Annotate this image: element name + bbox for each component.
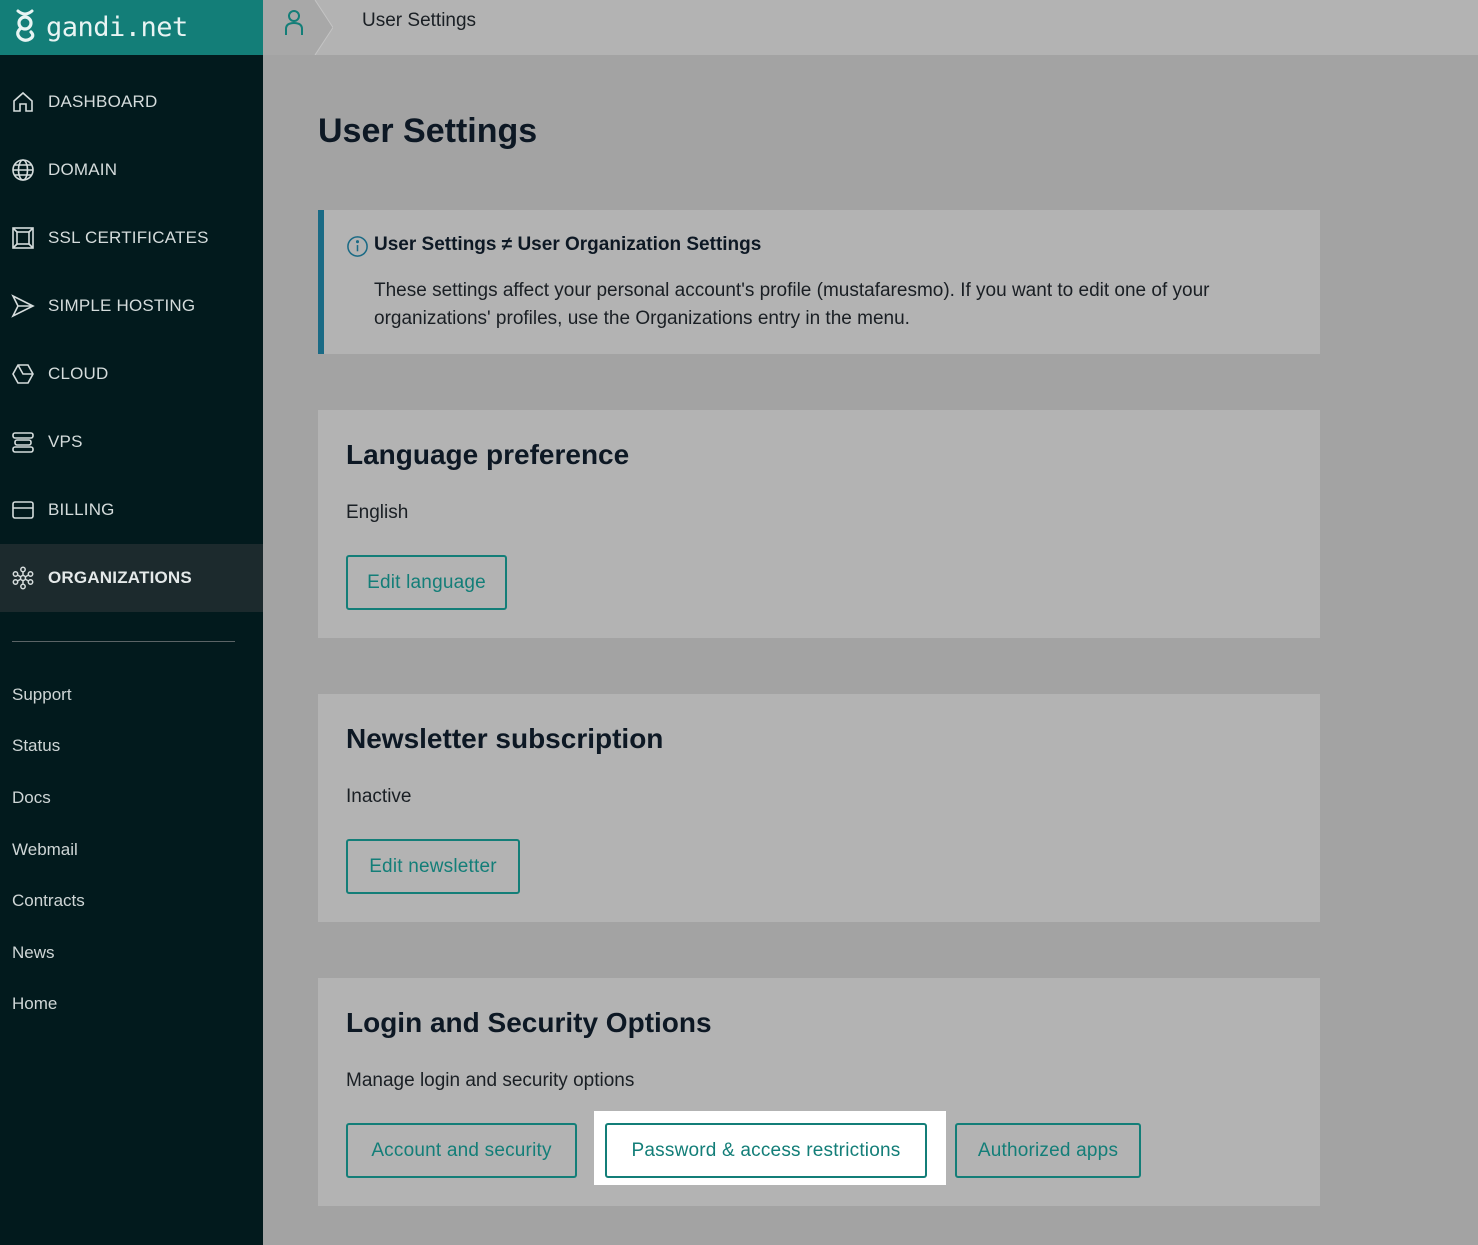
info-notice: User Settings ≠ User Organization Settin… — [318, 210, 1320, 354]
certificate-icon — [12, 227, 34, 249]
sidebar-item-label: SIMPLE HOSTING — [48, 296, 196, 315]
notice-body: These settings affect your personal acco… — [374, 280, 1210, 329]
breadcrumb: User Settings — [263, 0, 1478, 55]
sidebar-item-label: CLOUD — [48, 364, 109, 383]
sidebar-item-label: VPS — [48, 432, 83, 451]
sidebar-link-status[interactable]: Status — [12, 721, 85, 773]
sidebar-item-vps[interactable]: VPS — [0, 408, 263, 476]
password-access-restrictions-button[interactable]: Password & access restrictions — [605, 1123, 927, 1178]
sidebar-link-docs[interactable]: Docs — [12, 772, 85, 824]
sidebar-item-label: BILLING — [48, 500, 115, 519]
security-title: Login and Security Options — [346, 1007, 712, 1038]
sidebar-item-domain[interactable]: DOMAIN — [0, 136, 263, 204]
sidebar-item-label: DOMAIN — [48, 160, 118, 179]
home-icon — [13, 91, 33, 112]
language-card: Language preference English Edit languag… — [318, 410, 1320, 638]
sidebar-divider — [12, 641, 235, 642]
gandi-logo-icon — [16, 9, 35, 42]
sidebar-link-home[interactable]: Home — [12, 979, 85, 1031]
newsletter-value: Inactive — [346, 786, 412, 807]
newsletter-card: Newsletter subscription Inactive Edit ne… — [318, 694, 1320, 922]
sidebar-item-simple-hosting[interactable]: SIMPLE HOSTING — [0, 272, 263, 340]
brand-name: gandi.net — [46, 12, 188, 43]
sidebar-item-label: DASHBOARD — [48, 92, 158, 111]
globe-icon — [12, 159, 34, 181]
language-value: English — [346, 502, 409, 523]
security-value: Manage login and security options — [346, 1070, 635, 1091]
page-title: User Settings — [318, 112, 538, 150]
edit-newsletter-button[interactable]: Edit newsletter — [346, 839, 520, 894]
sidebar-link-news[interactable]: News — [12, 927, 85, 979]
sidebar-item-organizations[interactable]: ORGANIZATIONS — [0, 544, 263, 612]
sidebar-item-cloud[interactable]: CLOUD — [0, 340, 263, 408]
brand-logo[interactable]: gandi.net — [0, 0, 263, 55]
newsletter-title: Newsletter subscription — [346, 723, 664, 754]
send-icon — [11, 294, 35, 318]
sidebar-link-support[interactable]: Support — [12, 669, 85, 721]
sidebar-nav: DASHBOARD DOMAIN SSL CERTIFICATES SIMPLE… — [0, 68, 263, 612]
server-icon — [12, 432, 34, 453]
sidebar-links: Support Status Docs Webmail Contracts Ne… — [12, 669, 85, 1030]
cloud-hexagon-icon — [12, 364, 34, 384]
edit-language-button[interactable]: Edit language — [346, 555, 507, 610]
account-security-button[interactable]: Account and security — [346, 1123, 577, 1178]
sidebar-link-webmail[interactable]: Webmail — [12, 824, 85, 876]
credit-card-icon — [12, 501, 34, 519]
info-icon — [347, 236, 368, 257]
sidebar-item-label: SSL CERTIFICATES — [48, 228, 209, 247]
sidebar-item-ssl-certificates[interactable]: SSL CERTIFICATES — [0, 204, 263, 272]
sidebar-item-dashboard[interactable]: DASHBOARD — [0, 68, 263, 136]
sidebar-link-contracts[interactable]: Contracts — [12, 875, 85, 927]
language-title: Language preference — [346, 439, 630, 470]
breadcrumb-user-segment[interactable] — [263, 0, 333, 55]
notice-title: User Settings ≠ User Organization Settin… — [374, 234, 762, 255]
authorized-apps-button[interactable]: Authorized apps — [955, 1123, 1141, 1178]
organizations-icon — [12, 566, 34, 590]
sidebar-item-label: ORGANIZATIONS — [48, 568, 192, 587]
sidebar-item-billing[interactable]: BILLING — [0, 476, 263, 544]
breadcrumb-title: User Settings — [362, 10, 477, 31]
sidebar: gandi.net DASHBOARD DOMAIN SSL CERTIFICA… — [0, 0, 263, 1245]
